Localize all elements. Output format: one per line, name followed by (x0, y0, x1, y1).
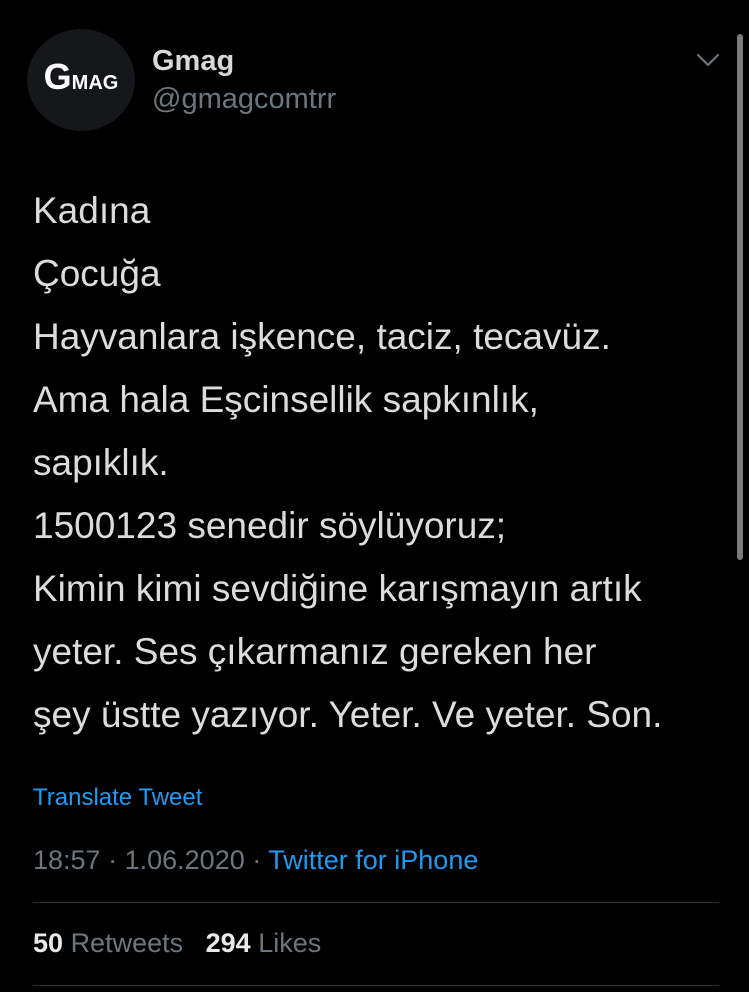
scrollbar[interactable] (737, 34, 743, 560)
likes-count: 294 (205, 928, 251, 958)
tweet-text-line: sapıklık. (33, 442, 169, 483)
divider (33, 902, 719, 903)
tweet-text-line: Kimin kimi sevdiğine karışmayın artık (33, 568, 642, 609)
retweets-stat[interactable]: 50 Retweets (33, 928, 183, 958)
tweet-detail: G MAG Gmag @gmagcomtrr Kadına Çocuğa Hayv… (0, 0, 749, 992)
author-display-name[interactable]: Gmag (152, 44, 234, 78)
likes-stat[interactable]: 294 Likes (206, 928, 322, 958)
tweet-stats: 50 Retweets 294 Likes (33, 926, 321, 960)
likes-label: Likes (258, 928, 322, 958)
tweet-text-line: Hayvanlara işkence, taciz, tecavüz. (33, 316, 611, 357)
avatar[interactable]: G MAG (27, 29, 135, 131)
translate-tweet-link[interactable]: Translate Tweet (33, 783, 202, 813)
tweet-text-line: Ama hala Eşcinsellik sapkınlık, (33, 379, 539, 420)
tweet-text-line: Çocuğa (33, 253, 161, 294)
tweet-time[interactable]: 18:57 (33, 845, 101, 875)
meta-separator: · (108, 845, 118, 875)
retweets-label: Retweets (70, 928, 184, 958)
tweet-text: Kadına Çocuğa Hayvanlara işkence, taciz,… (33, 179, 733, 746)
chevron-down-icon[interactable] (695, 50, 721, 70)
author-handle[interactable]: @gmagcomtrr (152, 82, 336, 116)
retweets-count: 50 (33, 928, 64, 958)
tweet-text-line: yeter. Ses çıkarmanız gereken her (33, 631, 597, 672)
divider (33, 985, 719, 986)
tweet-text-line: şey üstte yazıyor. Yeter. Ve yeter. Son. (33, 694, 663, 735)
tweet-text-line: 1500123 senedir söylüyoruz; (33, 505, 507, 546)
meta-separator: · (252, 845, 262, 875)
tweet-source-link[interactable]: Twitter for iPhone (268, 845, 478, 875)
gmag-logo: G MAG (43, 56, 119, 97)
tweet-metadata: 18:57 · 1.06.2020 · Twitter for iPhone (33, 843, 478, 877)
tweet-date[interactable]: 1.06.2020 (125, 845, 245, 875)
tweet-text-line: Kadına (33, 190, 151, 231)
